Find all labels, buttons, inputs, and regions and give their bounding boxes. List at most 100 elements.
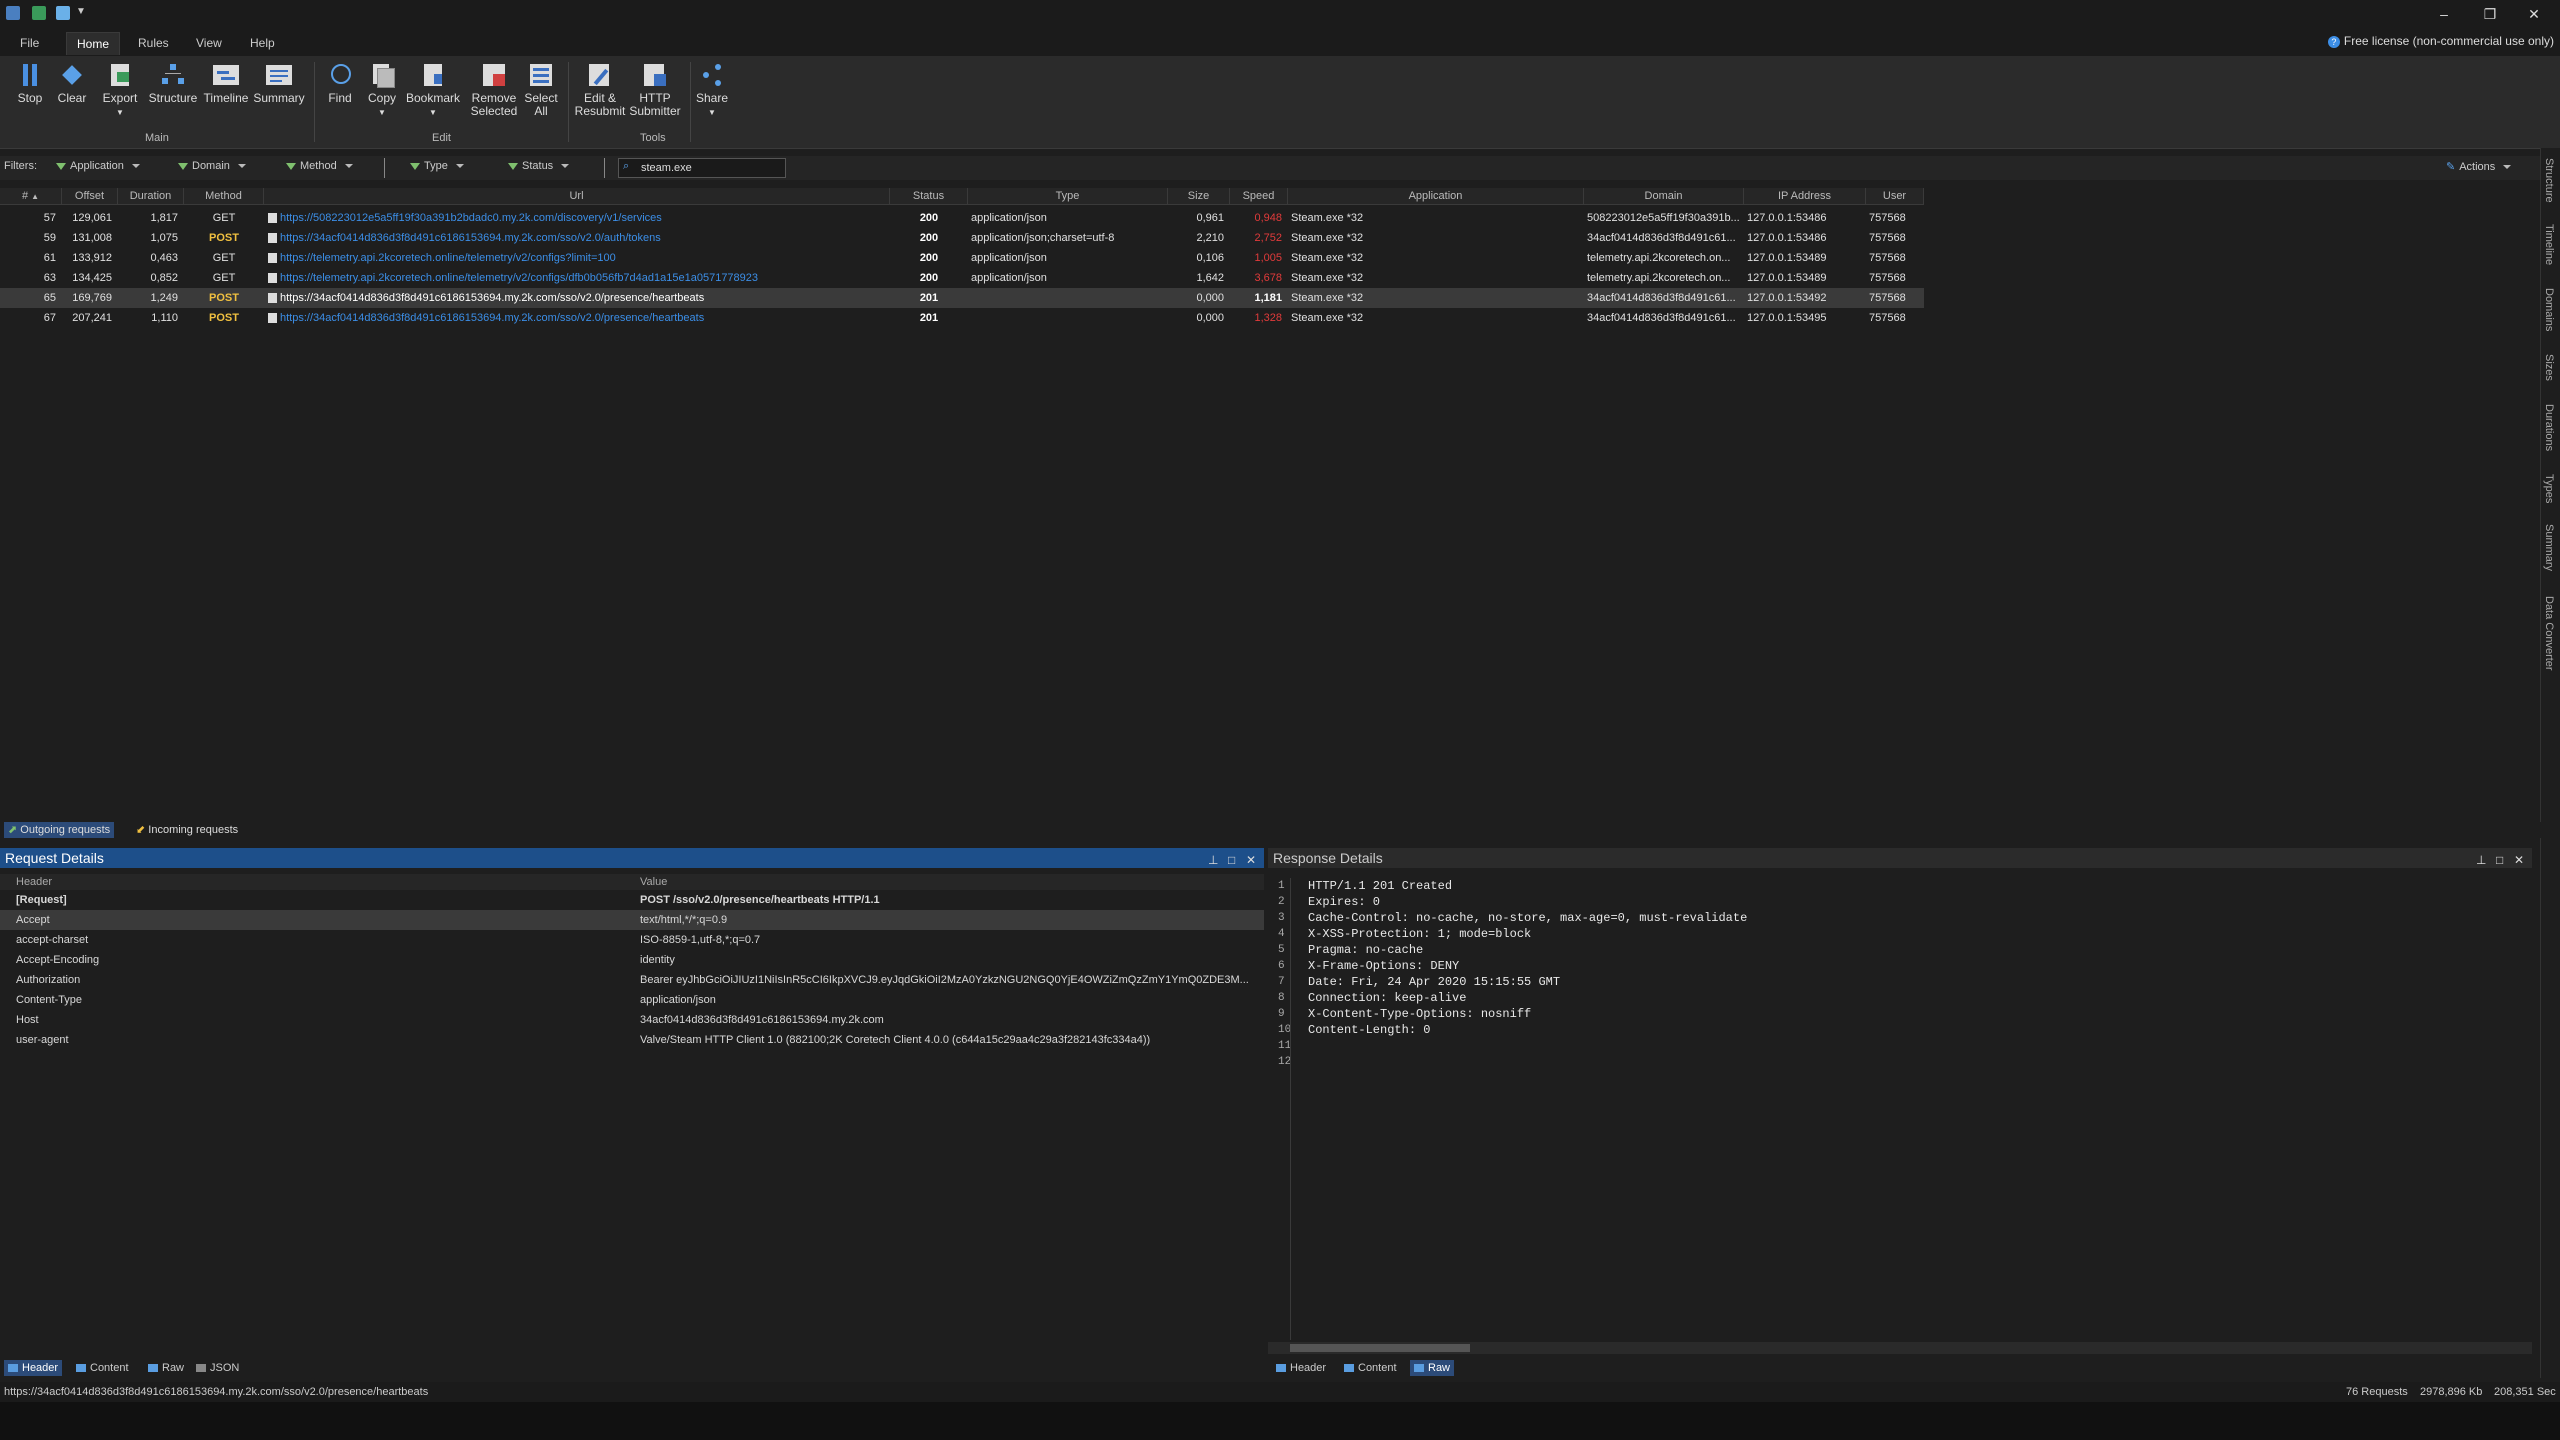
menu-help[interactable]: Help bbox=[240, 32, 285, 54]
structure-button[interactable]: Structure bbox=[148, 62, 198, 105]
col-value[interactable]: Value bbox=[640, 874, 1260, 890]
minimize-icon[interactable]: – bbox=[2424, 4, 2464, 24]
side-tab-types[interactable]: Types bbox=[2543, 474, 2555, 503]
funnel-icon bbox=[410, 162, 420, 170]
table-row[interactable]: 63 134,425 0,852 GET https://telemetry.api.2… bbox=[0, 268, 1924, 288]
header-row[interactable]: Accept text/html,*/*;q=0.9 bbox=[0, 910, 1264, 930]
select-all-button[interactable]: Select All bbox=[522, 62, 560, 118]
select-all-label-2: All bbox=[534, 104, 548, 118]
cell-offset: 169,769 bbox=[72, 292, 112, 304]
resp-tab-content[interactable]: Content bbox=[1340, 1360, 1401, 1376]
maximize-icon[interactable]: □ bbox=[2496, 850, 2503, 870]
side-tab-structure[interactable]: Structure bbox=[2543, 158, 2555, 203]
col-method[interactable]: Method bbox=[184, 188, 264, 204]
table-row[interactable]: 59 131,008 1,075 POST https://34acf0414d836d… bbox=[0, 228, 1924, 248]
menu-file[interactable]: File bbox=[10, 32, 49, 54]
menu-home[interactable]: Home bbox=[66, 32, 121, 55]
col-duration[interactable]: Duration bbox=[118, 188, 184, 204]
http-submitter-button[interactable]: HTTP Submitter bbox=[626, 62, 684, 118]
response-raw-view[interactable]: 1 HTTP/1.1 201 Created 2 Expires: 0 3 Cache-C… bbox=[1268, 878, 2532, 1340]
resp-tab-raw[interactable]: Raw bbox=[1410, 1360, 1455, 1376]
col-id[interactable]: # ▲ bbox=[0, 188, 62, 204]
timeline-button[interactable]: Timeline bbox=[202, 62, 250, 105]
header-row[interactable]: [Request] POST /sso/v2.0/presence/heartbe… bbox=[0, 890, 1264, 910]
col-size[interactable]: Size bbox=[1168, 188, 1230, 204]
cell-offset: 129,061 bbox=[72, 212, 112, 224]
close-pane-icon[interactable]: ✕ bbox=[2514, 850, 2524, 870]
remove-selected-button[interactable]: Remove Selected bbox=[468, 62, 520, 118]
side-tab-sizes[interactable]: Sizes bbox=[2543, 354, 2555, 381]
col-speed[interactable]: Speed bbox=[1230, 188, 1288, 204]
export-button[interactable]: Export ▼ bbox=[102, 62, 138, 119]
actions-button[interactable]: ✎ Actions bbox=[2446, 160, 2512, 173]
col-domain[interactable]: Domain bbox=[1584, 188, 1744, 204]
header-row[interactable]: Content-Type application/json bbox=[0, 990, 1264, 1010]
header-row[interactable]: Host 34acf0414d836d3f8d491c6186153694.my.… bbox=[0, 1010, 1264, 1030]
quick-access-icon[interactable] bbox=[56, 6, 70, 20]
license-notice[interactable]: ? Free license (non-commercial use only) bbox=[2327, 34, 2554, 48]
outgoing-icon: ⬈ bbox=[8, 824, 18, 836]
search-box[interactable]: ⌕ bbox=[618, 158, 786, 178]
tab-outgoing-requests[interactable]: ⬈ Outgoing requests bbox=[4, 822, 115, 838]
edit-resubmit-button[interactable]: Edit & Resubmit bbox=[574, 62, 626, 118]
resp-tab-header[interactable]: Header bbox=[1272, 1360, 1330, 1376]
filter-status[interactable]: Status bbox=[508, 160, 570, 172]
col-status[interactable]: Status bbox=[890, 188, 968, 204]
header-value: ISO-8859-1,utf-8,*;q=0.7 bbox=[640, 934, 761, 946]
side-tab-durations[interactable]: Durations bbox=[2543, 404, 2555, 451]
side-tab-domains[interactable]: Domains bbox=[2543, 288, 2555, 331]
maximize-icon[interactable]: □ bbox=[1228, 850, 1235, 870]
header-row[interactable]: user-agent Valve/Steam HTTP Client 1.0 (8… bbox=[0, 1030, 1264, 1050]
cell-duration: 0,463 bbox=[150, 252, 178, 264]
header-row[interactable]: Accept-Encoding identity bbox=[0, 950, 1264, 970]
cell-ip: 127.0.0.1:53489 bbox=[1747, 272, 1827, 284]
filter-domain[interactable]: Domain bbox=[178, 160, 246, 172]
pin-icon[interactable]: ⊥ bbox=[1208, 850, 1218, 870]
cell-type: application/json bbox=[971, 212, 1047, 224]
col-offset[interactable]: Offset bbox=[62, 188, 118, 204]
clear-button[interactable]: Clear bbox=[56, 62, 88, 105]
req-tab-json[interactable]: JSON bbox=[192, 1360, 243, 1376]
col-type[interactable]: Type bbox=[968, 188, 1168, 204]
header-row[interactable]: Authorization Bearer eyJhbGciOiJIUzI1NiIs… bbox=[0, 970, 1264, 990]
col-ip[interactable]: IP Address bbox=[1744, 188, 1866, 204]
pin-icon[interactable]: ⊥ bbox=[2476, 850, 2486, 870]
stop-button[interactable]: Stop bbox=[14, 62, 46, 105]
req-tab-content[interactable]: Content bbox=[72, 1360, 133, 1376]
summary-button[interactable]: Summary bbox=[252, 62, 306, 105]
table-row[interactable]: 67 207,241 1,110 POST https://34acf0414d836d… bbox=[0, 308, 1924, 328]
filter-method[interactable]: Method bbox=[286, 160, 353, 172]
bookmark-button[interactable]: Bookmark ▼ bbox=[404, 62, 462, 119]
find-button[interactable]: Find bbox=[324, 62, 356, 105]
col-user[interactable]: User bbox=[1866, 188, 1924, 204]
filter-application[interactable]: Application bbox=[56, 160, 140, 172]
menu-rules[interactable]: Rules bbox=[128, 32, 179, 54]
share-button[interactable]: Share ▼ bbox=[694, 62, 730, 119]
close-pane-icon[interactable]: ✕ bbox=[1246, 850, 1256, 870]
side-tab-summary[interactable]: Summary bbox=[2543, 524, 2555, 571]
col-url[interactable]: Url bbox=[264, 188, 890, 204]
header-row[interactable]: accept-charset ISO-8859-1,utf-8,*;q=0.7 bbox=[0, 930, 1264, 950]
search-input[interactable] bbox=[639, 160, 783, 176]
excel-icon[interactable] bbox=[32, 6, 46, 20]
col-application[interactable]: Application bbox=[1288, 188, 1584, 204]
line-number: 1 bbox=[1278, 880, 1285, 892]
req-tab-header[interactable]: Header bbox=[4, 1360, 63, 1376]
table-row[interactable]: 65 169,769 1,249 POST https://34acf0414d836d… bbox=[0, 288, 1924, 308]
restore-icon[interactable]: ❐ bbox=[2470, 4, 2510, 24]
menu-view[interactable]: View bbox=[186, 32, 232, 54]
document-icon bbox=[268, 313, 277, 324]
filter-type[interactable]: Type bbox=[410, 160, 464, 172]
table-row[interactable]: 57 129,061 1,817 GET https://508223012e5a5ff… bbox=[0, 208, 1924, 228]
req-tab-raw[interactable]: Raw bbox=[144, 1360, 188, 1376]
table-row[interactable]: 61 133,912 0,463 GET https://telemetry.api.2… bbox=[0, 248, 1924, 268]
pause-icon bbox=[17, 62, 43, 88]
col-header[interactable]: Header bbox=[16, 874, 636, 890]
close-icon[interactable]: ✕ bbox=[2514, 4, 2554, 24]
qat-dropdown-icon[interactable]: ▼ bbox=[76, 6, 86, 17]
side-tab-data-converter[interactable]: Data Converter bbox=[2543, 596, 2555, 671]
tab-incoming-requests[interactable]: ⬋ Incoming requests bbox=[132, 822, 242, 838]
side-tab-timeline[interactable]: Timeline bbox=[2543, 224, 2555, 265]
scrollbar-thumb[interactable] bbox=[1290, 1344, 1470, 1352]
copy-button[interactable]: Copy ▼ bbox=[364, 62, 400, 119]
